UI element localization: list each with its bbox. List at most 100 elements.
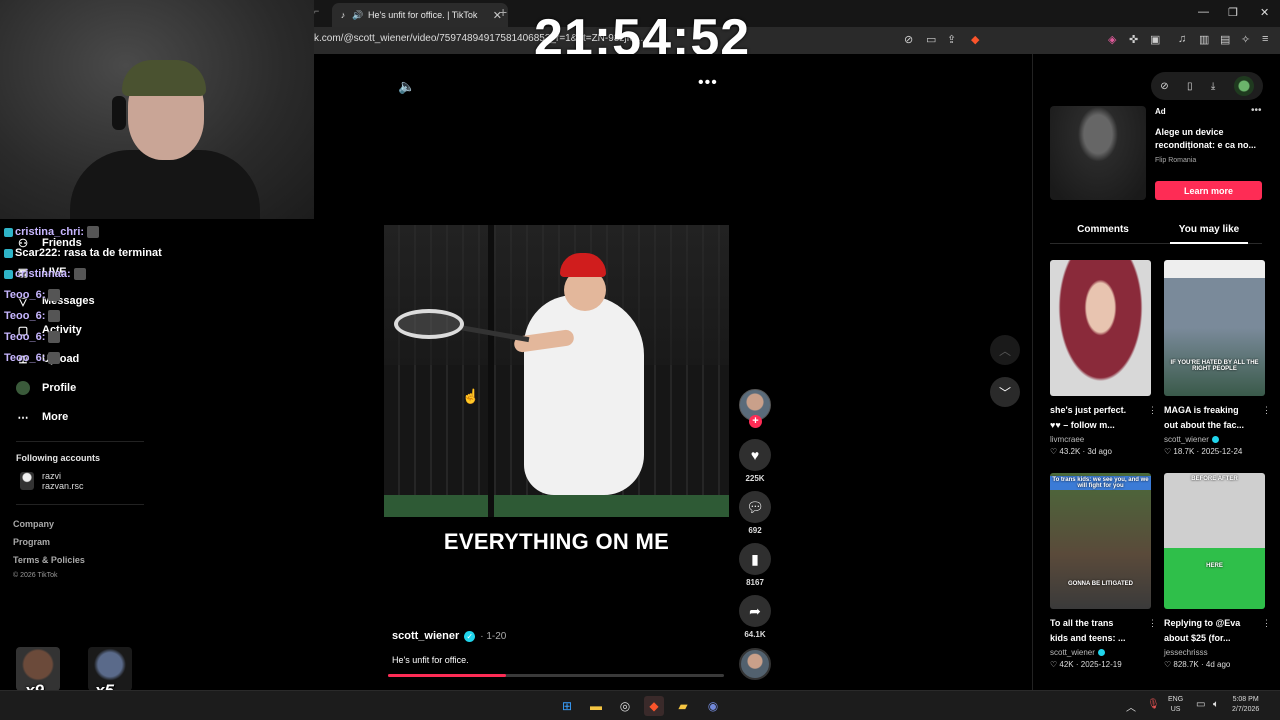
webcam-person-body (70, 150, 260, 219)
system-clock[interactable]: 5:08 PM 2/7/2026 (1232, 695, 1259, 715)
ad-thumbnail[interactable] (1050, 106, 1146, 200)
sidebar-item-profile[interactable]: Profile (16, 381, 76, 395)
post-date: · 1-20 (480, 630, 507, 642)
webcam-person-cap (122, 60, 206, 96)
following-accounts-title: Following accounts (16, 453, 101, 463)
music-disc-icon[interactable] (739, 648, 771, 680)
sidebar-item-label: Profile (42, 382, 77, 394)
more-icon: ⋯ (17, 411, 29, 424)
wallet-icon[interactable]: ▣ (1150, 33, 1160, 46)
footer-link-company[interactable]: Company (13, 519, 54, 529)
comment-count: 692 (748, 526, 762, 535)
follow-plus-icon[interactable]: + (749, 415, 762, 428)
next-video-chevron-down-icon[interactable]: ﹀ (990, 377, 1020, 407)
mouse-cursor-icon: ☝ (462, 388, 480, 404)
app-icon[interactable]: ▰ (673, 696, 693, 716)
like-button[interactable]: ♥ 225K (739, 439, 771, 483)
brave-browser-icon[interactable]: ◆ (644, 696, 664, 716)
windows-start-icon[interactable]: ⊞ (557, 696, 577, 716)
like-count: 225K (745, 474, 765, 483)
video-author: scott_wiener (1164, 435, 1265, 444)
microphone-icon[interactable]: 🎙︎ (1147, 699, 1160, 710)
new-tab-button[interactable]: + (499, 4, 507, 20)
tab-comments[interactable]: Comments (1050, 220, 1156, 243)
learn-more-button[interactable]: Learn more (1155, 181, 1262, 200)
compass-icon[interactable]: ⊘ (1160, 81, 1168, 92)
leo-ai-icon[interactable]: ✧ (1241, 33, 1250, 46)
following-account-item[interactable]: razvi razvan.rsc (20, 471, 84, 491)
video-frame[interactable] (384, 225, 729, 517)
sidebar-toggle-icon[interactable]: ▥ (1199, 33, 1209, 46)
ad-more-icon[interactable]: ••• (1251, 105, 1262, 116)
video-progress-bar[interactable] (388, 674, 724, 677)
recommended-video-card[interactable]: To trans kids: we see you, and we will f… (1050, 473, 1157, 669)
footer-link-program[interactable]: Program (13, 537, 50, 547)
tab-audio-icon[interactable]: 🔊 (352, 10, 363, 20)
video-thumbnail: BEFORE AFTER HERE (1164, 473, 1265, 609)
window-close-icon[interactable]: ✕ (1260, 6, 1269, 19)
share-icon[interactable]: ⇪ (947, 33, 956, 46)
more-icon[interactable]: ⋮ (1148, 618, 1157, 629)
save-button[interactable]: ▮ 8167 (739, 543, 771, 587)
tray-chevron-up-icon[interactable]: ︿ (1126, 699, 1136, 714)
ad-title[interactable]: Alege un device recondiționat: e ca no..… (1155, 126, 1267, 152)
footer-link-terms[interactable]: Terms & Policies (13, 555, 85, 565)
author-name[interactable]: scott_wiener (392, 630, 459, 642)
tab-you-may-like[interactable]: You may like (1156, 220, 1262, 244)
more-icon[interactable]: ⋮ (1262, 618, 1271, 629)
file-explorer-icon[interactable]: ▬ (586, 696, 606, 716)
chat-message: Scar222: rasa ta de terminat (4, 247, 162, 259)
webcam-feed (0, 0, 314, 219)
video-author: livmcraee (1050, 435, 1085, 444)
recommended-video-card[interactable]: BEFORE AFTER HERE Replying to @Eva about … (1164, 473, 1271, 669)
previous-video-chevron-up-icon[interactable]: ︿ (990, 335, 1020, 365)
video-title: she's just perfect. ♥♥ – follow m... (1050, 405, 1127, 430)
more-options-icon[interactable]: ••• (698, 74, 718, 92)
share-button[interactable]: ➦ 64.1K (739, 595, 771, 639)
previous-tab-edge[interactable]: ⌐ (314, 6, 319, 16)
cast-icon[interactable]: ▭ (926, 33, 936, 46)
browser-tab-active[interactable]: ♪ 🔊 He's unfit for office. | TikTok ✕ (332, 3, 508, 27)
obs-icon[interactable]: ◎ (615, 696, 635, 716)
media-icon[interactable]: ♫ (1178, 33, 1186, 45)
reader-mode-icon[interactable]: ⊘ (904, 33, 913, 46)
discord-icon[interactable]: ◉ (703, 696, 723, 716)
chat-message: Teoo_6: (4, 289, 61, 302)
user-avatar[interactable] (1233, 76, 1254, 96)
copyright-text: © 2026 TikTok (13, 572, 58, 579)
vpn-icon[interactable]: ◈ (1108, 33, 1116, 46)
chat-emote-icon (48, 331, 61, 344)
webcam-headset (112, 96, 126, 130)
video-title: To all the trans kids and teens: ... (1050, 618, 1126, 643)
language-indicator[interactable]: ENG US (1168, 695, 1183, 715)
minimize-icon[interactable]: — (1198, 6, 1209, 18)
download-icon[interactable]: ⤓ (1211, 81, 1215, 92)
brave-shields-icon[interactable]: ◆ (971, 33, 979, 46)
speaker-icon[interactable]: 🔈︎ (1213, 699, 1219, 710)
video-thumbnail: IF YOU'RE HATED BY ALL THE RIGHT PEOPLE (1164, 260, 1265, 396)
chat-message: Teoo_6: (4, 352, 61, 365)
comment-button[interactable]: 💬︎ 692 (739, 491, 771, 535)
menu-icon[interactable]: ≡ (1262, 33, 1268, 45)
network-icon[interactable]: ▭ (1196, 699, 1205, 710)
restore-icon[interactable]: ❐ (1228, 6, 1238, 19)
more-icon[interactable]: ⋮ (1148, 405, 1157, 416)
recommended-video-card[interactable]: IF YOU'RE HATED BY ALL THE RIGHT PEOPLE … (1164, 260, 1271, 456)
mobile-icon[interactable]: ▯ (1187, 81, 1193, 92)
more-icon[interactable]: ⋮ (1262, 405, 1271, 416)
video-title: MAGA is freaking out about the fac... (1164, 405, 1244, 430)
chat-badge-icon (4, 227, 13, 237)
divider (16, 504, 144, 505)
recommended-video-card[interactable]: she's just perfect. ♥♥ – follow m... ⋮ li… (1050, 260, 1157, 456)
video-meta: ♡ 828.7K · 4d ago (1164, 660, 1231, 669)
tab-search-icon[interactable]: ▤ (1220, 33, 1230, 46)
ad-advertiser: Flip Romania (1155, 157, 1197, 164)
sidebar-item-more[interactable]: ⋯ More (16, 410, 69, 424)
thumbnail-overlay-text: IF YOU'RE HATED BY ALL THE RIGHT PEOPLE (1170, 360, 1259, 372)
left-sidebar: ⚇ Friends ▣ LIVE ▽ Messages ▢ Activity ⊞… (0, 219, 314, 720)
volume-icon[interactable]: 🔈 (398, 78, 415, 95)
divider (16, 441, 144, 442)
tab-title: He's unfit for office. | TikTok (368, 10, 478, 20)
extensions-icon[interactable]: ✜ (1129, 33, 1138, 46)
video-person (524, 295, 644, 495)
